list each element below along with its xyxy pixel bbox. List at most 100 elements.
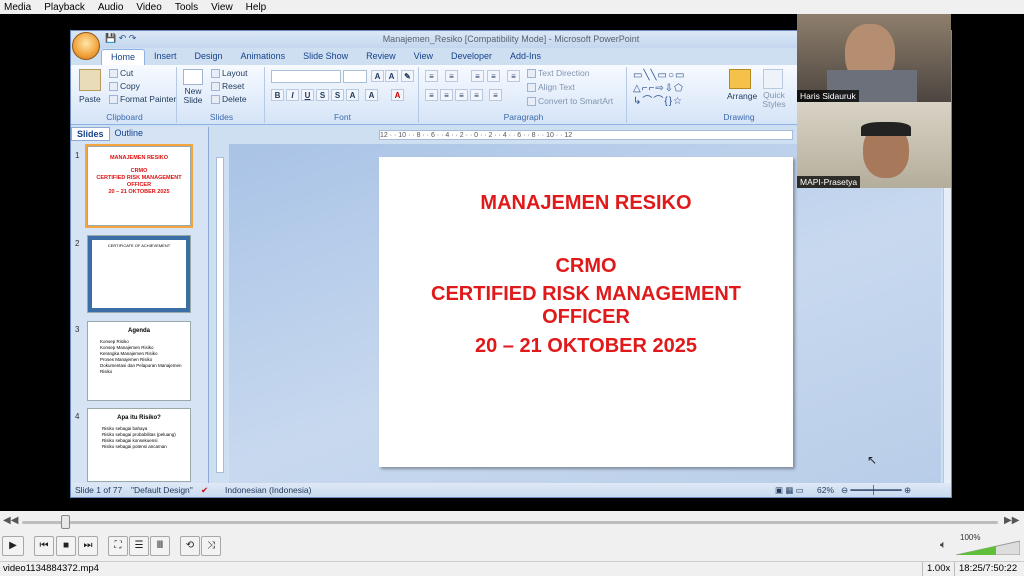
tab-add-ins[interactable]: Add-Ins	[501, 49, 550, 65]
extended-settings-button[interactable]: ☰	[129, 536, 149, 556]
strikethrough-button[interactable]: S	[316, 89, 329, 101]
paste-icon[interactable]	[79, 69, 101, 91]
pane-tabs: Slides Outline	[71, 127, 209, 141]
stop-button[interactable]: ■	[56, 536, 76, 556]
bullets-button[interactable]: ≡	[425, 70, 438, 82]
slide-thumbnail-4[interactable]: Apa itu Risiko? Risiko sebagai bahaya Ri…	[87, 408, 191, 482]
thumb-number: 4	[75, 412, 80, 421]
slide-thumbnail-2[interactable]: CERTIFICATE OF ACHIEVEMENT	[87, 235, 191, 313]
numbering-button[interactable]: ≡	[445, 70, 458, 82]
menu-media[interactable]: Media	[4, 2, 31, 13]
spacing-button[interactable]: A	[346, 89, 359, 101]
play-button[interactable]: ▶	[2, 536, 24, 556]
arrange-icon[interactable]	[729, 69, 751, 89]
shrink-font-button[interactable]: A	[385, 70, 398, 82]
spellcheck-icon[interactable]: ✔	[201, 483, 208, 497]
convert-smartart-button[interactable]: Convert to SmartArt	[527, 96, 613, 107]
fullscreen-button[interactable]: ⛶	[108, 536, 128, 556]
view-buttons[interactable]: ▣ ▦ ▭	[775, 483, 804, 497]
language[interactable]: Indonesian (Indonesia)	[225, 483, 311, 497]
seek-bar-area: ◀◀ ▶▶	[0, 511, 1024, 533]
menu-tools[interactable]: Tools	[175, 2, 198, 13]
new-slide-icon[interactable]	[183, 69, 203, 85]
slide-title: MANAJEMEN RESIKO	[480, 192, 692, 214]
thumb-item: Dokumentasi dan Pelaporan Manajemen Risi…	[100, 363, 182, 374]
slide-thumbnail-1[interactable]: MANAJEMEN RESIKO CRMO CERTIFIED RISK MAN…	[85, 144, 193, 228]
time-display[interactable]: 18:25/7:50:22	[954, 562, 1017, 576]
align-left-button[interactable]: ≡	[425, 89, 438, 101]
clear-format-button[interactable]: ✎	[401, 70, 414, 82]
align-text-button[interactable]: Align Text	[527, 82, 575, 93]
bold-button[interactable]: B	[271, 89, 284, 101]
previous-button[interactable]: ⏮	[34, 536, 54, 556]
columns-button[interactable]: ≡	[489, 89, 502, 101]
text-direction-icon	[527, 69, 536, 79]
copy-button[interactable]: Copy	[109, 81, 140, 92]
menu-audio[interactable]: Audio	[98, 2, 124, 13]
increase-indent-button[interactable]: ≡	[487, 70, 500, 82]
font-name-box[interactable]	[271, 70, 341, 83]
align-right-button[interactable]: ≡	[455, 89, 468, 101]
copy-icon	[109, 82, 118, 92]
loop-button[interactable]: ⟲	[180, 536, 200, 556]
slide-thumbnail-3[interactable]: Agenda Konsep Risiko Konsep Manajemen Ri…	[87, 321, 191, 401]
layout-icon	[211, 69, 220, 79]
justify-button[interactable]: ≡	[470, 89, 483, 101]
forward-icon[interactable]: ▶▶	[1004, 515, 1019, 526]
layout-button[interactable]: Layout	[211, 68, 248, 79]
tab-view[interactable]: View	[405, 49, 442, 65]
vertical-scrollbar[interactable]	[943, 144, 951, 484]
tab-review[interactable]: Review	[357, 49, 405, 65]
office-button[interactable]	[72, 32, 100, 60]
quick-access-toolbar[interactable]: 💾 ↶ ↷	[105, 33, 165, 46]
tab-design[interactable]: Design	[186, 49, 232, 65]
thumb-number: 1	[75, 151, 80, 160]
menu-help[interactable]: Help	[246, 2, 267, 13]
grow-font-button[interactable]: A	[371, 70, 384, 82]
menu-playback[interactable]: Playback	[44, 2, 85, 13]
font-size-box[interactable]	[343, 70, 367, 83]
font-color-button[interactable]: A	[391, 89, 404, 101]
zoom-slider[interactable]: ⊖ ━━━━┿━━━━━ ⊕	[841, 483, 911, 497]
playlist-button[interactable]: Ⅲ	[150, 536, 170, 556]
decrease-indent-button[interactable]: ≡	[471, 70, 484, 82]
reset-button[interactable]: Reset	[211, 81, 244, 92]
quick-styles-button[interactable]: Quick Styles	[759, 91, 789, 109]
tab-slide-show[interactable]: Slide Show	[294, 49, 357, 65]
current-slide[interactable]: MANAJEMEN RESIKO CRMO CERTIFIED RISK MAN…	[379, 157, 793, 467]
quick-styles-icon[interactable]	[763, 69, 783, 89]
seek-handle[interactable]	[61, 515, 71, 529]
text-direction-button[interactable]: Text Direction	[527, 68, 590, 79]
underline-button[interactable]: U	[301, 89, 314, 101]
shadow-button[interactable]: S	[331, 89, 344, 101]
menu-video[interactable]: Video	[136, 2, 161, 13]
paste-button[interactable]: Paste	[79, 94, 101, 104]
delete-button[interactable]: Delete	[211, 94, 247, 105]
seek-track[interactable]	[22, 521, 998, 524]
tab-home[interactable]: Home	[101, 49, 146, 65]
cut-button[interactable]: Cut	[109, 68, 133, 79]
case-button[interactable]: A	[365, 89, 378, 101]
menu-view[interactable]: View	[211, 2, 233, 13]
line-spacing-button[interactable]: ≡	[507, 70, 520, 82]
next-button[interactable]: ⏭	[78, 536, 98, 556]
align-center-button[interactable]: ≡	[440, 89, 453, 101]
italic-button[interactable]: I	[286, 89, 299, 101]
tab-animations[interactable]: Animations	[232, 49, 295, 65]
shuffle-button[interactable]: ⤨	[201, 536, 221, 556]
rewind-icon[interactable]: ◀◀	[3, 515, 18, 526]
speaker-icon[interactable]: 🔈︎	[940, 539, 947, 552]
shapes-gallery[interactable]: ▭╲╲▭○▭ △⌐⌐⇨⇩⬠ ↳⌒⌒{}☆	[633, 69, 721, 109]
slide-line-date: 20 – 21 OKTOBER 2025	[475, 335, 697, 357]
arrange-button[interactable]: Arrange	[727, 91, 757, 101]
format-painter-button[interactable]: Format Painter	[109, 94, 176, 105]
playback-speed[interactable]: 1.00x	[922, 562, 950, 576]
tab-outline[interactable]: Outline	[110, 127, 149, 141]
tab-developer[interactable]: Developer	[442, 49, 501, 65]
zoom-level[interactable]: 62%	[817, 483, 834, 497]
slide-line-crmo: CRMO	[555, 255, 617, 277]
tab-slides[interactable]: Slides	[71, 127, 110, 141]
new-slide-button[interactable]: New Slide	[181, 87, 205, 105]
align-text-icon	[527, 83, 536, 93]
tab-insert[interactable]: Insert	[145, 49, 186, 65]
